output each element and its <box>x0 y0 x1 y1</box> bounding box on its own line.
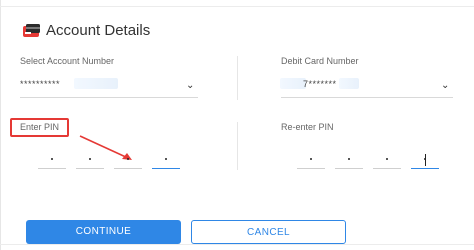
enter-pin-label: Enter PIN <box>20 122 60 132</box>
pin-dot <box>89 158 91 160</box>
debit-card-label: Debit Card Number <box>281 56 359 66</box>
debit-card-select[interactable]: 7******* ⌄ <box>280 76 453 92</box>
account-value: ********** <box>20 79 61 89</box>
masked-region <box>339 78 359 89</box>
continue-button[interactable]: CONTINUE <box>26 220 181 244</box>
pin-dot <box>165 158 167 160</box>
left-border <box>0 0 1 250</box>
pin-digit-4[interactable] <box>152 149 180 169</box>
repin-digit-1[interactable] <box>297 149 325 169</box>
account-select[interactable]: ********** ⌄ <box>20 76 198 92</box>
column-divider <box>237 122 238 170</box>
repin-digit-3[interactable] <box>373 149 401 169</box>
pin-digit-3[interactable] <box>114 149 142 169</box>
account-underline <box>20 97 198 98</box>
cancel-button[interactable]: CANCEL <box>191 220 346 244</box>
pin-dot <box>310 158 312 160</box>
pin-digit-2[interactable] <box>76 149 104 169</box>
masked-region <box>74 78 118 89</box>
text-cursor <box>425 154 426 166</box>
chevron-down-icon[interactable]: ⌄ <box>441 80 449 91</box>
pin-dot <box>348 158 350 160</box>
debit-card-value: 7******* <box>303 79 337 89</box>
column-divider <box>237 56 238 100</box>
top-divider <box>0 6 474 7</box>
pin-dot <box>127 158 129 160</box>
debit-card-underline <box>281 97 453 98</box>
bottom-divider <box>0 244 474 245</box>
repin-digit-4[interactable] <box>411 149 439 169</box>
reenter-pin-label: Re-enter PIN <box>281 122 334 132</box>
pin-dot <box>51 158 53 160</box>
chevron-down-icon[interactable]: ⌄ <box>186 80 194 91</box>
repin-digit-2[interactable] <box>335 149 363 169</box>
account-label: Select Account Number <box>20 56 115 66</box>
pin-dot <box>386 158 388 160</box>
pin-digit-1[interactable] <box>38 149 66 169</box>
page-title: Account Details <box>46 22 151 39</box>
card-wallet-icon <box>23 24 40 37</box>
